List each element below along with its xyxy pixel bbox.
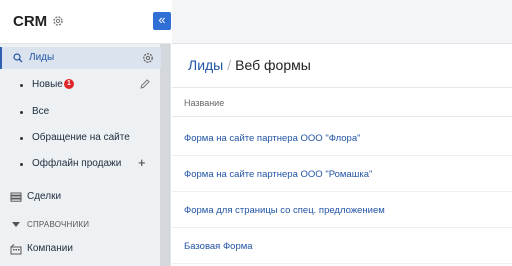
add-icon[interactable]: + (138, 155, 146, 170)
form-name-link[interactable]: Базовая Форма (184, 241, 253, 252)
settings-gear-icon[interactable] (142, 52, 154, 64)
sidebar-item-companies[interactable]: Компании (0, 238, 161, 260)
sidebar-item-offline-sales[interactable]: Оффлайн продажи + (0, 153, 161, 175)
sidebar: CRM « Лиды Новые 1 Все Обращение на сайт… (0, 0, 171, 266)
search-icon (13, 53, 23, 63)
table-row[interactable]: Форма на сайте партнера ООО "Ромашка" (172, 156, 512, 192)
breadcrumb: Лиды / Веб формы (188, 57, 311, 73)
form-name-link[interactable]: Форма для страницы со спец. предложением (184, 205, 385, 216)
section-header-directories[interactable]: СПРАВОЧНИКИ (0, 218, 161, 232)
table-header[interactable]: Название (172, 87, 512, 117)
collapse-sidebar-button[interactable]: « (153, 12, 171, 30)
sidebar-item-label: Новые (32, 79, 63, 90)
chevron-down-icon (12, 222, 20, 227)
sidebar-item-all[interactable]: Все (0, 101, 161, 123)
page-title: Веб формы (235, 57, 311, 73)
breadcrumb-separator: / (227, 57, 232, 73)
form-name-link[interactable]: Форма на сайте партнера ООО "Ромашка" (184, 169, 372, 180)
sidebar-item-label: Оффлайн продажи (32, 158, 122, 169)
breadcrumb-leads-link[interactable]: Лиды (188, 57, 223, 73)
sidebar-item-label: Сделки (27, 191, 62, 202)
app-title: CRM (13, 13, 48, 30)
bullet-icon (20, 137, 23, 140)
gear-icon[interactable] (52, 15, 64, 27)
top-bar (172, 0, 512, 44)
bullet-icon (20, 111, 23, 114)
sidebar-item-label: Компании (27, 243, 73, 254)
sidebar-header: CRM « (0, 0, 171, 44)
sidebar-item-deals[interactable]: Сделки (0, 186, 161, 208)
sidebar-item-label: Лиды (29, 52, 55, 63)
sidebar-scrollbar[interactable] (160, 44, 170, 266)
count-badge: 1 (64, 79, 74, 89)
sidebar-item-label: Обращение на сайте (32, 132, 130, 143)
bullet-icon (20, 84, 23, 87)
section-label: СПРАВОЧНИКИ (27, 220, 90, 229)
stack-icon (10, 192, 22, 202)
sidebar-item-site-requests[interactable]: Обращение на сайте (0, 127, 161, 149)
form-name-link[interactable]: Форма на сайте партнера ООО "Флора" (184, 133, 360, 144)
table-row[interactable]: Форма на сайте партнера ООО "Флора" (172, 120, 512, 156)
column-header-name[interactable]: Название (184, 98, 224, 108)
sidebar-item-new[interactable]: Новые 1 (0, 74, 161, 96)
table-row[interactable]: Форма для страницы со спец. предложением (172, 192, 512, 228)
sidebar-item-label: Все (32, 106, 50, 117)
bullet-icon (20, 163, 23, 166)
main-content: Лиды / Веб формы Название Форма на сайте п… (172, 45, 512, 266)
building-icon (10, 244, 22, 255)
pencil-icon[interactable] (139, 78, 151, 90)
sidebar-item-leads[interactable]: Лиды (0, 47, 161, 69)
table-row[interactable]: Базовая Форма (172, 228, 512, 264)
